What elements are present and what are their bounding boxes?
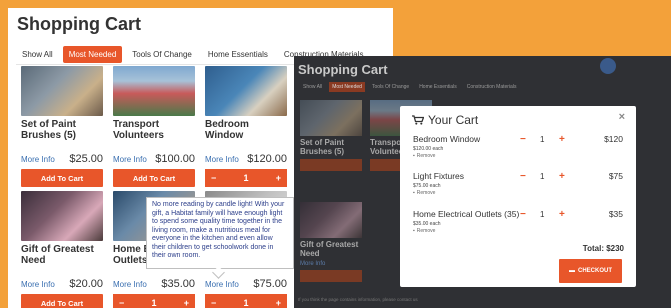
more-info-link[interactable]: More Info xyxy=(113,280,147,289)
product-name: Transport Volunteers xyxy=(113,119,164,141)
card-icon: ▬ xyxy=(569,268,575,274)
bg-tab: Most Needed xyxy=(329,82,365,92)
family-photo[interactable] xyxy=(21,191,103,241)
add-to-cart-button[interactable]: Add To Cart xyxy=(21,294,103,308)
trash-icon: ▪ xyxy=(413,153,415,159)
product-price: $75.00 xyxy=(253,278,287,290)
decrement-button[interactable]: − xyxy=(119,298,124,308)
bg-footer-note: If you think the page contains informati… xyxy=(298,297,418,302)
bg-product-photo xyxy=(300,202,362,238)
cart-item: Light Fixtures $75.00 each ▪ Remove − 1 … xyxy=(413,171,626,196)
bg-tab: Show All xyxy=(303,84,323,90)
cart-item: Bedroom Window $120.00 each ▪ Remove − 1… xyxy=(413,134,626,159)
org-logo-icon xyxy=(600,58,616,74)
remove-label: Remove xyxy=(416,228,436,234)
tab-show-all[interactable]: Show All xyxy=(16,46,59,63)
product-price: $120.00 xyxy=(247,153,287,165)
bg-product-photo xyxy=(300,100,362,136)
product-card: Transport Volunteers More Info $100.00 A… xyxy=(113,66,195,187)
trash-icon: ▪ xyxy=(413,190,415,196)
product-name: Bedroom Window xyxy=(205,119,249,141)
quantity-stepper: − 1 + xyxy=(205,294,287,308)
background-tabs: Show All Most Needed Tools Of Change Hom… xyxy=(300,82,519,92)
bg-product-card: Set of Paint Brushes (5) xyxy=(300,100,362,171)
remove-label: Remove xyxy=(416,190,436,196)
quantity-value: 1 xyxy=(540,172,545,181)
cart-header: Your Cart xyxy=(412,113,478,127)
more-info-link[interactable]: More Info xyxy=(113,155,147,164)
cart-item-total: $120 xyxy=(604,134,623,144)
product-card: Bedroom Window More Info $120.00 − 1 + xyxy=(205,66,287,187)
trash-icon: ▪ xyxy=(413,228,415,234)
cart-modal: Your Cart × Bedroom Window $120.00 each … xyxy=(400,106,636,287)
tab-home-essentials[interactable]: Home Essentials xyxy=(202,46,274,63)
bg-tab: Tools Of Change xyxy=(371,84,410,90)
increment-button[interactable]: + xyxy=(276,173,281,183)
product-card: Set of Paint Brushes (5) More Info $25.0… xyxy=(21,66,103,187)
product-name: Set of Paint Brushes (5) xyxy=(21,119,77,141)
add-to-cart-button[interactable]: Add To Cart xyxy=(113,169,195,187)
paint-brushes-photo[interactable] xyxy=(21,66,103,116)
quantity-stepper: − 1 + xyxy=(113,294,195,308)
bedroom-window-photo[interactable] xyxy=(205,66,287,116)
background-page-title: Shopping Cart xyxy=(298,62,388,77)
bg-more-info: More Info xyxy=(300,261,326,267)
quantity-value: 1 xyxy=(151,298,157,308)
product-price: $20.00 xyxy=(69,278,103,290)
increment-button[interactable]: + xyxy=(184,298,189,308)
increment-button[interactable]: + xyxy=(559,171,565,182)
quantity-value: 1 xyxy=(540,135,545,144)
cart-item-total: $35 xyxy=(608,209,623,219)
bg-add-button xyxy=(300,270,362,282)
product-tooltip: No more reading by candle light! With yo… xyxy=(146,197,294,269)
bg-product-name: Set of Paint Brushes (5) xyxy=(300,138,345,156)
close-icon[interactable]: × xyxy=(619,111,625,123)
increment-button[interactable]: + xyxy=(276,298,281,308)
product-price: $25.00 xyxy=(69,153,103,165)
quantity-stepper: − 1 + xyxy=(205,169,287,187)
remove-link[interactable]: ▪ Remove xyxy=(413,190,626,196)
decrement-button[interactable]: − xyxy=(520,134,526,145)
checkout-button[interactable]: ▬ CHECKOUT xyxy=(559,259,622,283)
bg-product-name: Gift of Greatest Need xyxy=(300,240,359,258)
product-name: Gift of Greatest Need xyxy=(21,244,94,266)
volunteers-group-photo[interactable] xyxy=(113,66,195,116)
tab-most-needed[interactable]: Most Needed xyxy=(62,46,123,63)
quantity-value: 1 xyxy=(243,173,249,183)
checkout-label: CHECKOUT xyxy=(578,268,612,274)
cart-item: Home Electrical Outlets (35) $35.00 each… xyxy=(413,209,626,234)
tab-tools-of-change[interactable]: Tools Of Change xyxy=(126,46,198,63)
decrement-button[interactable]: − xyxy=(520,171,526,182)
bg-tab: Construction Materials xyxy=(466,84,517,90)
bg-tab: Home Essentials xyxy=(419,84,457,90)
decrement-button[interactable]: − xyxy=(211,173,216,183)
more-info-link[interactable]: More Info xyxy=(21,280,55,289)
remove-link[interactable]: ▪ Remove xyxy=(413,153,626,159)
bg-product-card: Gift of Greatest Need More Info xyxy=(300,202,362,282)
cart-icon xyxy=(412,115,424,125)
more-info-link[interactable]: More Info xyxy=(21,155,55,164)
product-price: $35.00 xyxy=(161,278,195,290)
more-info-link[interactable]: More Info xyxy=(205,155,239,164)
decrement-button[interactable]: − xyxy=(211,298,216,308)
decrement-button[interactable]: − xyxy=(520,209,526,220)
remove-link[interactable]: ▪ Remove xyxy=(413,228,626,234)
cart-title: Your Cart xyxy=(428,113,479,127)
increment-button[interactable]: + xyxy=(559,209,565,220)
bg-add-button xyxy=(300,159,362,171)
quantity-value: 1 xyxy=(243,298,249,308)
cart-total: Total: $230 xyxy=(582,244,624,253)
cart-item-unit-price: $120.00 each xyxy=(413,146,444,152)
quantity-value: 1 xyxy=(540,210,545,219)
page-title: Shopping Cart xyxy=(17,14,141,34)
remove-label: Remove xyxy=(416,153,436,159)
more-info-link[interactable]: More Info xyxy=(205,280,239,289)
add-to-cart-button[interactable]: Add To Cart xyxy=(21,169,103,187)
cart-item-unit-price: $35.00 each xyxy=(413,221,441,227)
product-card: Gift of Greatest Need More Info $20.00 A… xyxy=(21,191,103,308)
cart-item-unit-price: $75.00 each xyxy=(413,183,441,189)
cart-item-total: $75 xyxy=(608,171,623,181)
increment-button[interactable]: + xyxy=(559,134,565,145)
product-price: $100.00 xyxy=(155,153,195,165)
